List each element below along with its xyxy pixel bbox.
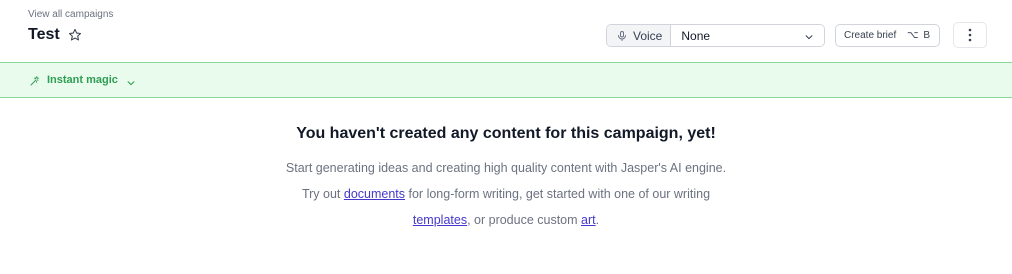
empty-text-3: , or produce custom — [467, 213, 582, 227]
campaign-header: View all campaigns Test Voice None Creat… — [0, 0, 1012, 62]
instant-magic-toggle[interactable]: Instant magic — [0, 62, 1012, 98]
star-icon[interactable] — [68, 28, 82, 42]
templates-link[interactable]: templates — [413, 213, 467, 227]
create-brief-label: Create brief — [844, 30, 897, 41]
view-all-campaigns-link[interactable]: View all campaigns — [28, 9, 113, 20]
voice-dropdown[interactable]: None — [671, 25, 825, 46]
title-row: Test — [28, 26, 82, 44]
empty-state: You haven't created any content for this… — [0, 125, 1012, 233]
empty-text-2: for long-form writing, get started with … — [405, 187, 711, 201]
chevron-down-icon — [804, 31, 814, 41]
empty-text-4: . — [595, 213, 600, 227]
more-options-button[interactable] — [953, 22, 987, 48]
voice-selector: Voice None — [606, 24, 826, 47]
chevron-down-icon — [126, 75, 136, 86]
voice-label-box: Voice — [607, 25, 672, 46]
art-link[interactable]: art — [581, 213, 596, 227]
voice-selected-value: None — [681, 28, 711, 43]
magic-wand-icon — [29, 74, 41, 86]
documents-link[interactable]: documents — [344, 187, 405, 201]
instant-magic-label: Instant magic — [47, 74, 118, 86]
microphone-icon — [616, 30, 628, 42]
create-brief-button[interactable]: Create brief ⌥ B — [835, 24, 940, 47]
voice-label: Voice — [633, 28, 663, 43]
kebab-menu-icon — [968, 28, 972, 42]
empty-state-title: You haven't created any content for this… — [296, 125, 716, 142]
create-brief-shortcut: ⌥ B — [907, 30, 931, 41]
page-title: Test — [28, 26, 60, 43]
empty-state-description: Start generating ideas and creating high… — [276, 155, 736, 233]
